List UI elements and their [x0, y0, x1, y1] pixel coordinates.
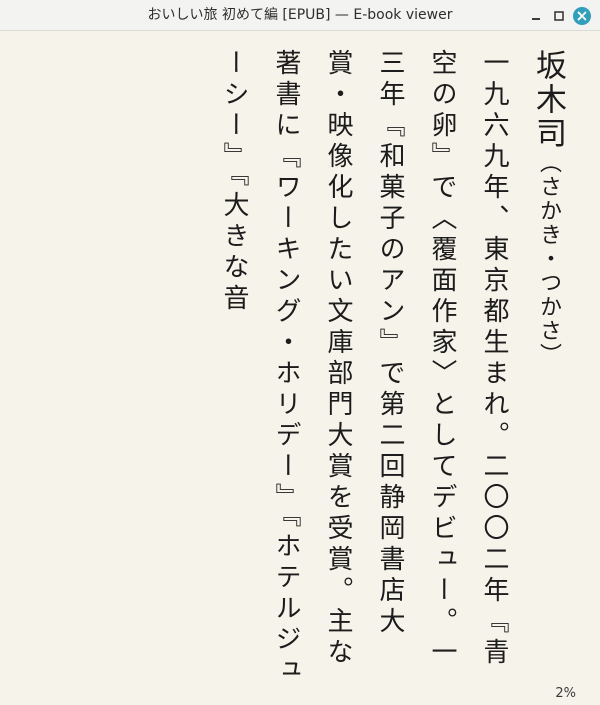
close-icon [573, 7, 591, 25]
author-name: 坂木司 [530, 49, 566, 151]
reading-progress: 2% [555, 686, 576, 701]
close-button[interactable] [572, 6, 592, 26]
book-page[interactable]: 坂木司（さかき・つかさ） 一九六九年、東京都生まれ。二〇〇二年『青空の卵』で〈覆… [0, 31, 600, 705]
minimize-button[interactable] [526, 6, 546, 26]
author-heading: 坂木司（さかき・つかさ） [520, 49, 576, 689]
page-text-column: 坂木司（さかき・つかさ） 一九六九年、東京都生まれ。二〇〇二年『青空の卵』で〈覆… [208, 49, 576, 689]
title-bar[interactable]: おいしい旅 初めて編 [EPUB] — E-book viewer [0, 0, 600, 31]
maximize-button[interactable] [549, 6, 569, 26]
maximize-icon [554, 11, 564, 21]
ebook-viewer-window: おいしい旅 初めて編 [EPUB] — E-book viewer 坂木司（さか… [0, 0, 600, 705]
author-bio: 一九六九年、東京都生まれ。二〇〇二年『青空の卵』で〈覆面作家〉としてデビュー。一… [219, 49, 509, 687]
window-title: おいしい旅 初めて編 [EPUB] — E-book viewer [147, 7, 453, 23]
author-reading: （さかき・つかさ） [536, 151, 561, 367]
minimize-icon [532, 18, 540, 20]
